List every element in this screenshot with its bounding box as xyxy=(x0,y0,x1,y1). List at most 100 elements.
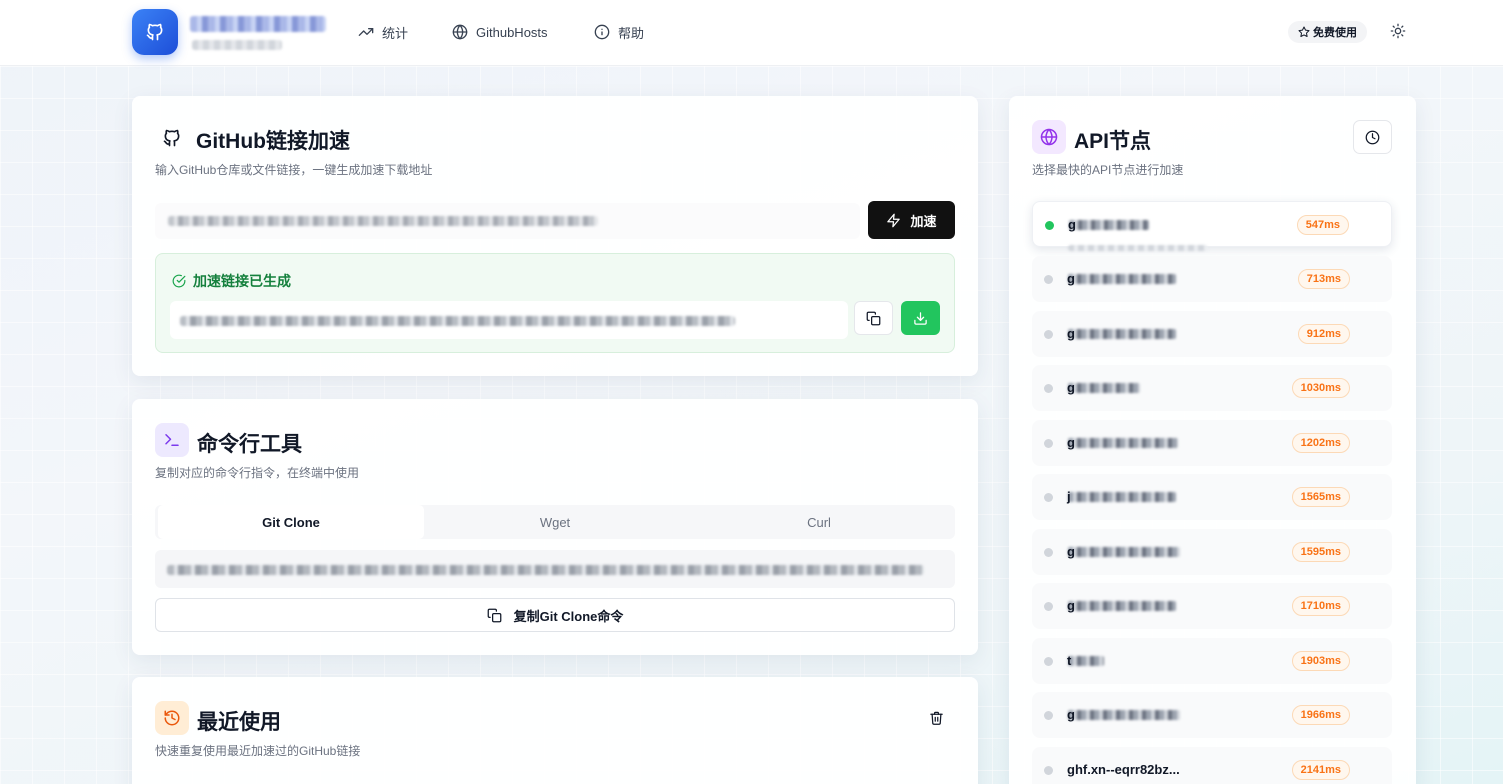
copy-link-button[interactable] xyxy=(854,301,893,335)
terminal-icon xyxy=(165,434,179,446)
free-use-button[interactable]: 免费使用 xyxy=(1288,21,1367,43)
globe-icon-tile xyxy=(1032,120,1066,154)
github-icon xyxy=(163,129,180,147)
api-node-name-redacted xyxy=(1068,710,1180,720)
api-node-item[interactable]: ghf.xn--eqrr82bz... 2141ms xyxy=(1032,747,1392,784)
refresh-latency-button[interactable] xyxy=(1353,120,1392,154)
history-icon xyxy=(164,710,180,726)
api-node-item[interactable]: t 1903ms xyxy=(1032,638,1392,684)
nav-help-label: 帮助 xyxy=(618,25,645,41)
copy-icon xyxy=(487,608,501,622)
copy-icon xyxy=(866,311,881,325)
globe-icon xyxy=(452,24,468,40)
recent-subtitle: 快速重复使用最近加速过的GitHub链接 xyxy=(155,744,361,758)
github-icon xyxy=(146,23,163,41)
api-node-name-redacted xyxy=(1068,547,1180,557)
download-button[interactable] xyxy=(901,301,940,335)
cli-subtitle: 复制对应的命令行指令，在终端中使用 xyxy=(155,466,360,480)
api-node-item[interactable]: g 912ms xyxy=(1032,311,1392,357)
api-node-name-redacted xyxy=(1069,220,1149,230)
globe-icon xyxy=(1040,128,1058,146)
api-node-item[interactable]: j 1565ms xyxy=(1032,474,1392,520)
status-dot xyxy=(1044,602,1053,611)
api-node-name-redacted xyxy=(1068,329,1176,339)
api-node-item[interactable]: g 547ms xyxy=(1032,201,1392,247)
latency-badge: 1030ms xyxy=(1291,378,1350,398)
nav-stats-label: 统计 xyxy=(382,25,409,41)
api-node-item[interactable]: g 1966ms xyxy=(1032,692,1392,738)
info-icon xyxy=(594,24,610,40)
zap-icon xyxy=(887,213,901,227)
cli-tab-bar: Git Clone Wget Curl xyxy=(155,505,955,539)
api-node-name-redacted xyxy=(1068,656,1104,666)
clock-icon xyxy=(1365,130,1380,144)
app-logo[interactable] xyxy=(132,9,178,55)
free-use-label: 免费使用 xyxy=(1313,27,1357,39)
brand-tagline-redacted xyxy=(192,40,282,50)
latency-badge: 912ms xyxy=(1297,324,1350,344)
nav-githubhosts[interactable]: GithubHosts xyxy=(452,22,548,42)
api-node-item[interactable]: g 1710ms xyxy=(1032,583,1392,629)
api-node-name: g xyxy=(1067,598,1075,613)
api-node-name: t xyxy=(1067,653,1072,668)
api-node-name: g xyxy=(1067,435,1075,450)
latency-badge: 547ms xyxy=(1296,215,1349,235)
cli-title: 命令行工具 xyxy=(197,433,302,456)
recent-title: 最近使用 xyxy=(197,711,281,734)
api-node-item[interactable]: g 1030ms xyxy=(1032,365,1392,411)
status-dot xyxy=(1044,711,1053,720)
api-node-item[interactable]: g 713ms xyxy=(1032,256,1392,302)
accelerate-title: GitHub链接加速 xyxy=(196,130,350,153)
api-node-item[interactable]: g 1202ms xyxy=(1032,420,1392,466)
status-dot xyxy=(1044,384,1053,393)
api-node-item[interactable]: g 1595ms xyxy=(1032,529,1392,575)
api-node-name-redacted xyxy=(1068,601,1176,611)
status-dot xyxy=(1044,330,1053,339)
copy-command-button[interactable]: 复制Git Clone命令 xyxy=(155,598,955,632)
latency-badge: 713ms xyxy=(1297,269,1350,289)
active-node-url-redacted xyxy=(1068,245,1208,251)
theme-toggle-button[interactable] xyxy=(1390,23,1408,41)
top-navigation-bar: 统计 GithubHosts 帮助 免费使用 xyxy=(0,0,1503,66)
url-input-value-redacted xyxy=(168,216,598,226)
status-dot xyxy=(1044,548,1053,557)
api-node-name: g xyxy=(1067,380,1075,395)
latency-badge: 1565ms xyxy=(1291,487,1350,507)
api-node-name-redacted xyxy=(1068,274,1176,284)
api-node-name: g xyxy=(1067,707,1075,722)
sun-icon xyxy=(1390,23,1406,39)
tab-curl[interactable]: Curl xyxy=(686,505,952,539)
nav-githubhosts-label: GithubHosts xyxy=(476,24,548,40)
accelerate-button[interactable]: 加速 xyxy=(868,201,955,239)
copy-command-label: 复制Git Clone命令 xyxy=(513,608,624,624)
latency-badge: 1710ms xyxy=(1291,596,1350,616)
latency-badge: 1202ms xyxy=(1291,433,1350,453)
api-node-name-redacted xyxy=(1068,438,1178,448)
latency-badge: 1966ms xyxy=(1291,705,1350,725)
trash-icon[interactable] xyxy=(929,710,944,726)
tab-git-clone[interactable]: Git Clone xyxy=(158,505,424,539)
api-node-name: g xyxy=(1067,271,1075,286)
api-node-name-redacted xyxy=(1068,383,1140,393)
generated-link-redacted xyxy=(180,316,735,326)
accelerate-button-label: 加速 xyxy=(910,213,937,229)
brand-name-redacted xyxy=(190,16,326,32)
api-title: API节点 xyxy=(1074,130,1152,153)
api-node-name: g xyxy=(1067,326,1075,341)
status-dot xyxy=(1044,766,1053,775)
latency-badge: 1903ms xyxy=(1291,651,1350,671)
nav-help[interactable]: 帮助 xyxy=(594,22,644,42)
api-node-name-redacted xyxy=(1068,492,1176,502)
status-dot xyxy=(1044,439,1053,448)
nav-stats[interactable]: 统计 xyxy=(358,22,408,42)
trending-up-icon xyxy=(358,27,374,36)
check-circle-icon xyxy=(172,274,186,288)
api-node-name: j xyxy=(1067,489,1071,504)
star-icon xyxy=(1298,26,1310,37)
latency-badge: 1595ms xyxy=(1291,542,1350,562)
tab-wget[interactable]: Wget xyxy=(422,505,688,539)
terminal-icon-tile xyxy=(155,423,189,457)
status-dot xyxy=(1044,657,1053,666)
history-icon-tile xyxy=(155,701,189,735)
download-icon xyxy=(914,311,927,325)
